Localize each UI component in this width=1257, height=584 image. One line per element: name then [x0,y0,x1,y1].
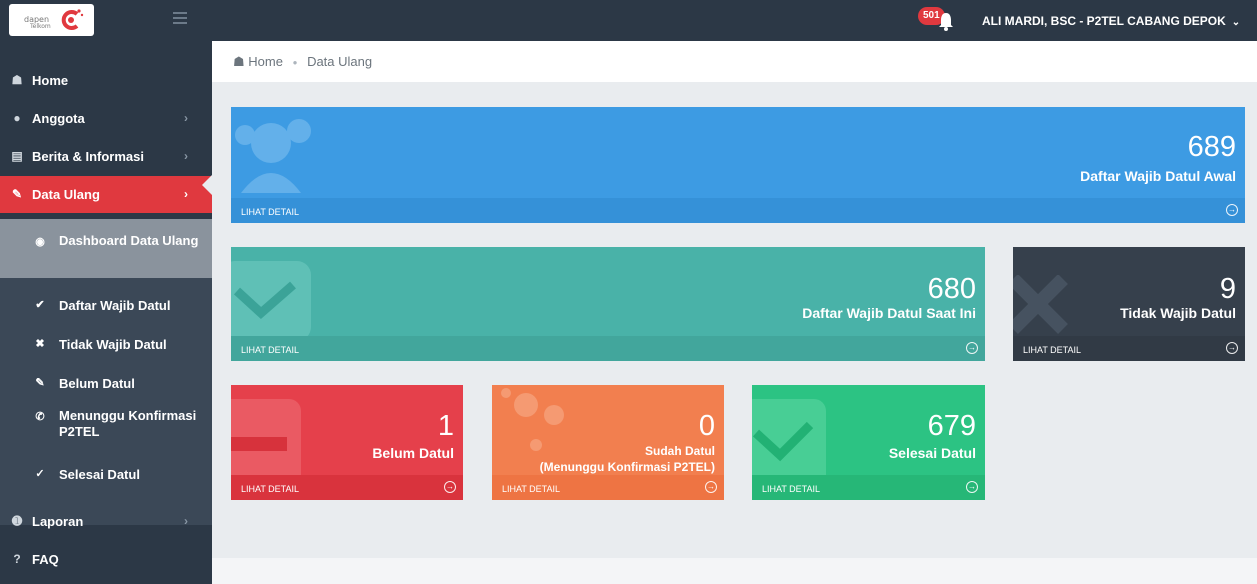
submenu-item-label: Belum Datul [59,376,135,391]
users-icon [235,119,311,193]
link-label: LIHAT DETAIL [241,345,300,355]
arrow-right-circle-icon: → [1226,342,1238,354]
times-circle-icon: ✖ [35,338,45,350]
chevron-right-icon: › [184,187,188,201]
dashboard-icon: ◉ [35,236,45,248]
chevron-right-icon: › [184,111,188,125]
home-icon: ☗ [11,73,23,87]
tile-title: Sudah Datul [644,444,715,458]
breadcrumb-separator: ● [292,58,298,68]
tile-tidak-wajib: 9 Tidak Wajib Datul LIHAT DETAIL → [1013,247,1245,361]
tile-value: 689 [1187,131,1236,163]
user-menu[interactable]: ALI MARDI, BSC - P2TEL CABANG DEPOK ⌄ [982,14,1240,28]
bell-icon[interactable] [937,10,955,32]
active-indicator [202,175,212,195]
submenu-item-label: Daftar Wajib Datul [59,298,171,313]
link-label: LIHAT DETAIL [502,484,561,494]
top-navbar: dapen Telkom 501 ALI MARDI, BSC - P2TEL … [0,0,1257,41]
logo-text-telkom: Telkom [30,23,51,30]
tile-subtitle: (Menunggu Konfirmasi P2TEL) [539,460,715,474]
sidebar-item-label: Laporan [32,514,84,529]
sidebar-item-faq[interactable]: ? FAQ [0,552,212,568]
link-label: LIHAT DETAIL [241,484,300,494]
sidebar-item-label: Home [32,73,69,88]
info-icon: ➊ [11,514,23,528]
lihat-detail-link[interactable]: LIHAT DETAIL → [231,198,1245,223]
sidebar: ☗ Home ● Anggota › ▤ Berita & Informasi … [0,41,212,584]
tile-selesai-datul: 679 Selesai Datul LIHAT DETAIL → [752,385,985,500]
sidebar-item-label: Berita & Informasi [32,149,144,164]
breadcrumb-current: Data Ulang [307,54,373,69]
check-icon: ✓ [35,468,45,480]
sidebar-item-anggota[interactable]: ● Anggota › [0,111,212,127]
chevron-right-icon: › [184,514,188,528]
submenu-item-menunggu[interactable]: ✆ Menunggu Konfirmasi P2TEL [0,408,212,442]
breadcrumb: ☗ Home ● Data Ulang [212,41,1257,82]
lihat-detail-link[interactable]: LIHAT DETAIL → [1013,336,1245,361]
submenu-item-label: Tidak Wajib Datul [59,337,167,352]
chevron-down-icon: ⌄ [1231,17,1241,28]
submenu-item-label: Selesai Datul [59,467,140,482]
question-icon: ? [13,552,21,566]
phone-icon: ✆ [35,411,45,423]
lihat-detail-link[interactable]: LIHAT DETAIL → [231,475,463,500]
arrow-right-circle-icon: → [966,481,978,493]
pencil-icon: ✎ [11,187,23,201]
submenu-item-daftar-wajib[interactable]: ✔ Daftar Wajib Datul [0,298,212,314]
tile-title: Tidak Wajib Datul [1120,305,1236,321]
tile-value: 0 [698,410,715,442]
arrow-right-circle-icon: → [444,481,456,493]
arrow-right-circle-icon: → [1226,204,1238,216]
breadcrumb-home[interactable]: Home [248,54,283,69]
user-name: ALI MARDI, BSC - P2TEL CABANG DEPOK [982,14,1226,28]
home-icon[interactable]: ☗ [233,54,245,69]
tile-belum-datul: 1 Belum Datul LIHAT DETAIL → [231,385,463,500]
lihat-detail-link[interactable]: LIHAT DETAIL → [752,475,985,500]
dapen-telkom-logo[interactable]: dapen Telkom [9,4,94,36]
submenu-item-selesai[interactable]: ✓ Selesai Datul [0,467,212,483]
submenu-item-label: Dashboard Data Ulang [59,233,199,248]
chevron-right-icon: › [184,149,188,163]
sidebar-item-laporan[interactable]: ➊ Laporan › [0,514,212,530]
arrow-right-circle-icon: → [705,481,717,493]
tile-value: 679 [927,410,976,442]
sidebar-item-home[interactable]: ☗ Home [0,73,212,89]
submenu-item-tidak-wajib[interactable]: ✖ Tidak Wajib Datul [0,337,212,353]
submenu-data-ulang: ◉ Dashboard Data Ulang ✔ Daftar Wajib Da… [0,219,212,525]
tile-title: Daftar Wajib Datul Saat Ini [802,305,976,321]
sidebar-item-label: Anggota [32,111,85,126]
link-label: LIHAT DETAIL [1023,345,1082,355]
pencil-icon: ✎ [35,377,45,389]
link-label: LIHAT DETAIL [241,207,300,217]
tile-value: 680 [927,273,976,305]
menu-toggle-icon[interactable] [173,12,187,24]
lihat-detail-link[interactable]: LIHAT DETAIL → [492,475,724,500]
footer-band [212,558,1257,584]
tile-title: Daftar Wajib Datul Awal [1080,168,1236,184]
times-icon [1013,275,1068,334]
tile-daftar-wajib-awal: 689 Daftar Wajib Datul Awal LIHAT DETAIL… [231,107,1245,223]
tile-sudah-datul: 0 Sudah Datul (Menunggu Konfirmasi P2TEL… [492,385,724,500]
arrow-right-circle-icon: → [966,342,978,354]
newspaper-icon: ▤ [11,149,23,163]
submenu-item-label: Menunggu Konfirmasi P2TEL [59,408,197,439]
sidebar-item-label: FAQ [32,552,59,567]
lihat-detail-link[interactable]: LIHAT DETAIL → [231,336,985,361]
check-circle-icon: ✔ [35,299,45,311]
submenu-item-belum[interactable]: ✎ Belum Datul [0,376,212,392]
user-icon: ● [13,111,21,125]
sidebar-item-berita[interactable]: ▤ Berita & Informasi › [0,149,212,165]
sidebar-item-data-ulang[interactable]: ✎ Data Ulang › [0,176,212,213]
check-square-icon [231,261,311,341]
tile-value: 1 [437,410,454,442]
submenu-item-dashboard[interactable]: ◉ Dashboard Data Ulang [0,233,212,267]
sidebar-item-label: Data Ulang [32,187,100,202]
tile-title: Belum Datul [372,445,454,461]
link-label: LIHAT DETAIL [762,484,821,494]
logo-mark-icon [61,9,84,30]
tile-value: 9 [1219,273,1236,305]
tile-daftar-wajib-saat-ini: 680 Daftar Wajib Datul Saat Ini LIHAT DE… [231,247,985,361]
tile-title: Selesai Datul [888,445,976,461]
